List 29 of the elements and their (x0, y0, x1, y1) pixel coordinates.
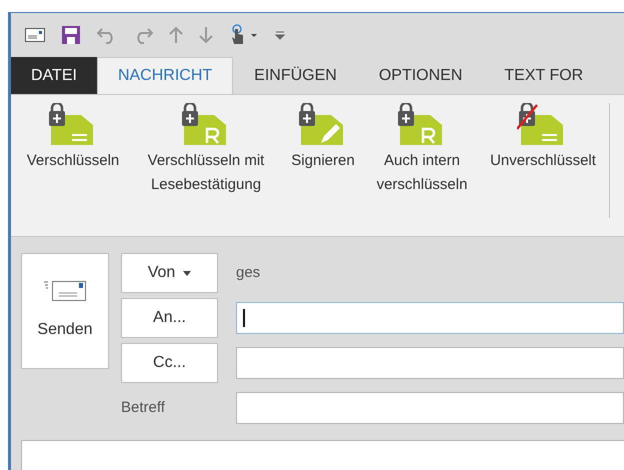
input-field[interactable] (236, 347, 624, 379)
ribbon-tab[interactable]: TEXT FOR (483, 57, 604, 94)
from-button[interactable]: Von (121, 253, 218, 293)
recipient-button[interactable]: Cc... (121, 343, 218, 383)
recipient-button[interactable]: An... (121, 298, 218, 338)
field-label: Betreff (121, 398, 166, 418)
sender-address: ges (236, 262, 260, 283)
up-arrow-icon[interactable] (169, 26, 183, 44)
customize-toolbar-icon[interactable] (275, 30, 285, 40)
send-button[interactable]: Senden (21, 253, 109, 369)
envelope-icon[interactable] (25, 28, 45, 42)
ribbon-tab[interactable]: DATEI (11, 57, 97, 94)
dropdown-caret-icon (183, 270, 192, 276)
save-icon[interactable] (61, 25, 81, 45)
ribbon-tab[interactable]: OPTIONEN (358, 57, 484, 94)
ribbon-tab[interactable]: NACHRICHT (96, 57, 234, 94)
ribbon-button[interactable]: Verschlüsseln mit Lesebestätigung (131, 103, 281, 197)
ribbon-button[interactable]: Verschlüsseln (15, 103, 131, 173)
envelope-icon (44, 280, 86, 302)
message-body-field[interactable] (21, 440, 624, 470)
ribbon-tab[interactable]: EINFÜGEN (233, 57, 358, 94)
input-field[interactable] (236, 302, 624, 334)
text-cursor (243, 309, 244, 327)
input-field[interactable] (236, 392, 624, 424)
ribbon-button[interactable]: Auch intern verschlüsseln (365, 103, 479, 197)
ribbon-button[interactable]: Signieren (281, 103, 365, 173)
ribbon-button[interactable]: Unverschlüsselt (479, 103, 607, 173)
down-arrow-icon[interactable] (199, 26, 213, 44)
touch-mode-icon[interactable] (229, 24, 259, 46)
